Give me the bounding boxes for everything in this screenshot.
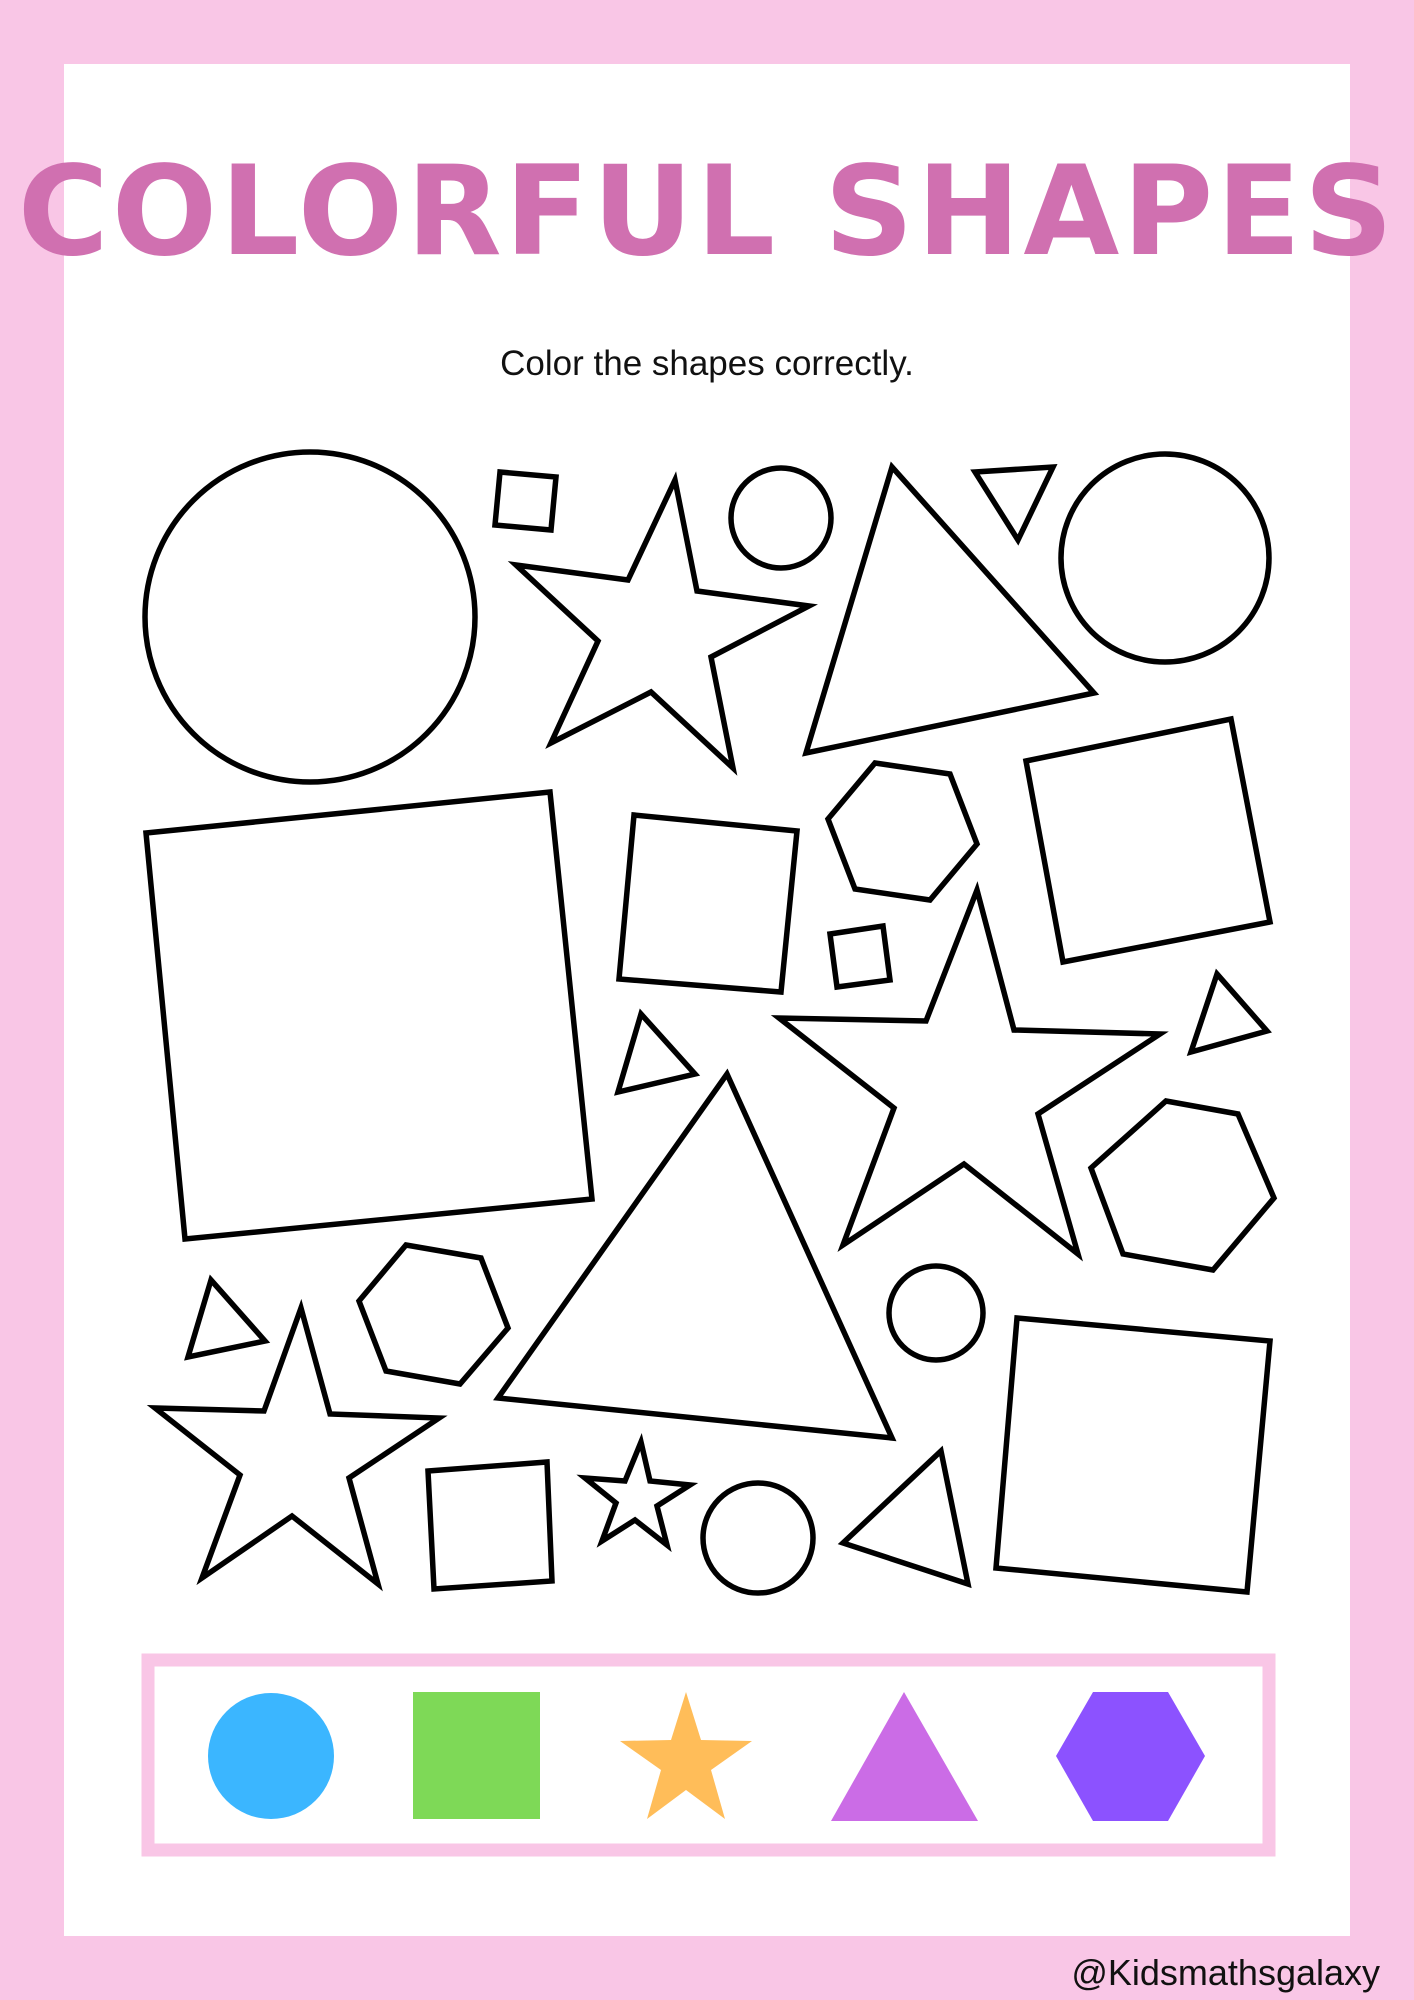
triangle-shape[interactable] bbox=[802, 461, 1100, 757]
key-star-icon bbox=[620, 1692, 752, 1819]
circle-shape[interactable] bbox=[886, 1263, 986, 1363]
square-shape[interactable] bbox=[143, 788, 596, 1243]
circle-shape[interactable] bbox=[700, 1480, 816, 1596]
circle-shape[interactable] bbox=[728, 465, 834, 571]
square-shape[interactable] bbox=[993, 1315, 1273, 1596]
star-shape[interactable] bbox=[146, 1298, 448, 1592]
hexagon-shape[interactable] bbox=[824, 760, 981, 903]
hexagon-shape[interactable] bbox=[355, 1242, 512, 1387]
square-shape[interactable] bbox=[425, 1459, 555, 1592]
circle-shape[interactable] bbox=[1058, 451, 1272, 665]
square-shape[interactable] bbox=[1022, 715, 1274, 966]
triangle-shape[interactable] bbox=[970, 463, 1058, 546]
credit-handle: @Kidsmathsgalaxy bbox=[1071, 1952, 1380, 1993]
star-shape[interactable] bbox=[576, 1432, 699, 1553]
key-hexagon-icon bbox=[1056, 1692, 1205, 1821]
square-shape[interactable] bbox=[826, 922, 894, 991]
star-shape[interactable] bbox=[507, 471, 818, 776]
key-square-icon bbox=[413, 1692, 540, 1819]
triangle-shape[interactable] bbox=[493, 1068, 897, 1442]
key-triangle-icon bbox=[831, 1692, 978, 1821]
triangle-shape[interactable] bbox=[184, 1274, 271, 1361]
triangle-shape[interactable] bbox=[837, 1445, 972, 1589]
shapes-area bbox=[141, 449, 1278, 1857]
triangle-shape[interactable] bbox=[1186, 968, 1272, 1057]
key-circle-icon bbox=[208, 1693, 334, 1819]
triangle-shape[interactable] bbox=[614, 1008, 701, 1096]
square-shape[interactable] bbox=[616, 811, 801, 995]
hexagon-shape[interactable] bbox=[1087, 1098, 1278, 1273]
circle-shape[interactable] bbox=[142, 449, 478, 785]
square-shape[interactable] bbox=[492, 469, 559, 533]
